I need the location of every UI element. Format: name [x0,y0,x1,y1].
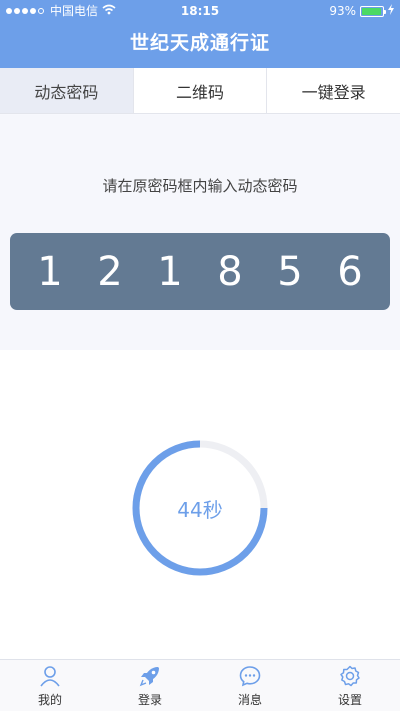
nav-item-mine[interactable]: 我的 [0,660,100,711]
code-digit: 8 [217,248,243,295]
nav-item-login[interactable]: 登录 [100,660,200,711]
timer-section: 44秒 [0,350,400,659]
tab-dynamic-password[interactable]: 动态密码 [0,68,134,113]
code-hint: 请在原密码框内输入动态密码 [102,177,298,195]
battery-percent: 93% [329,4,356,18]
status-bar: 中国电信 18:15 93% [0,0,400,22]
code-digit: 2 [97,248,123,295]
rocket-icon [139,666,159,686]
bottom-nav: 我的 登录 消息 设置 [0,659,400,711]
dynamic-code-box: 1 2 1 8 5 6 [10,233,390,310]
nav-label: 我的 [37,692,62,707]
dynamic-code-section: 请在原密码框内输入动态密码 1 2 1 8 5 6 [0,115,400,350]
app-header: 中国电信 18:15 93% 世纪天成通行证 [0,0,400,68]
tab-label: 动态密码 [34,82,99,102]
nav-label: 设置 [337,692,362,707]
tab-qr-code[interactable]: 二维码 [134,68,268,113]
user-icon [40,665,60,686]
tab-one-click-login[interactable]: 一键登录 [267,68,400,113]
gear-icon [340,665,360,686]
code-digit: 1 [157,248,183,295]
message-icon [239,665,261,686]
code-digit: 5 [277,248,303,295]
tab-label: 一键登录 [301,82,366,102]
charging-icon [388,0,394,22]
nav-label: 消息 [237,692,262,707]
code-digit: 1 [37,248,63,295]
countdown-label: 44秒 [177,497,223,522]
nav-item-settings[interactable]: 设置 [300,660,400,711]
tab-label: 二维码 [176,82,225,102]
battery-icon [360,5,386,17]
nav-item-messages[interactable]: 消息 [200,660,300,711]
code-digit: 6 [337,248,363,295]
page-title: 世纪天成通行证 [129,32,270,54]
nav-label: 登录 [137,692,162,707]
tab-bar: 动态密码 二维码 一键登录 [0,68,400,114]
